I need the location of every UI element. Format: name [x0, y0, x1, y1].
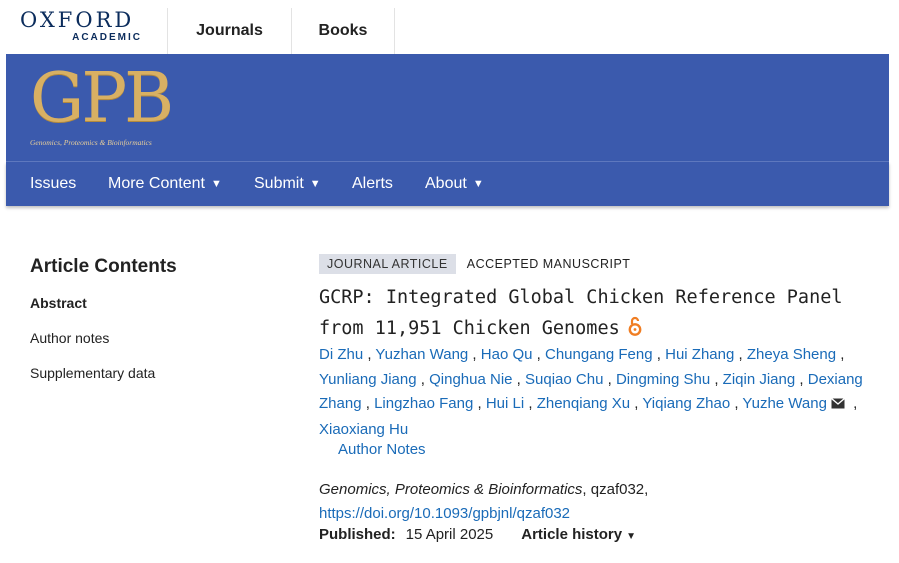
envelope-icon[interactable] [830, 393, 845, 418]
author-link[interactable]: Zheya Sheng [747, 346, 836, 363]
nav-more-content[interactable]: More Content ▼ [108, 162, 222, 206]
chevron-down-icon: ▼ [210, 178, 222, 190]
author-notes-link[interactable]: Author Notes [338, 441, 426, 458]
brand-name: OXFORD [20, 8, 135, 32]
author-link[interactable]: Zhenqiang Xu [537, 395, 630, 412]
nav-more-content-label: More Content [108, 175, 205, 192]
author-separator: , [363, 346, 376, 363]
sidebar-item-author-notes[interactable]: Author notes [30, 330, 109, 346]
nav-alerts-label: Alerts [352, 175, 393, 192]
nav-issues-label: Issues [30, 175, 77, 192]
nav-alerts[interactable]: Alerts [352, 162, 393, 206]
author-separator: , [630, 395, 643, 412]
citation: Genomics, Proteomics & Bioinformatics, q… [319, 478, 648, 526]
author-separator: , [532, 346, 545, 363]
author-separator: , [524, 395, 537, 412]
nav-submit-label: Submit [254, 175, 304, 192]
author-separator: , [473, 395, 486, 412]
article-title-text: GCRP: Integrated Global Chicken Referenc… [319, 287, 843, 339]
author-separator: , [836, 346, 845, 363]
author-separator: , [795, 370, 808, 388]
author-separator: , [848, 395, 858, 412]
chevron-down-icon: ▼ [309, 178, 321, 190]
logo-letters: GPB [30, 59, 174, 138]
author-link[interactable]: Hao Qu [481, 346, 533, 363]
gpb-journal-logo[interactable]: GPB Genomics, Proteomics & Bioinformatic… [30, 59, 200, 150]
logo-tagline: Genomics, Proteomics & Bioinformatics [30, 138, 152, 147]
author-link[interactable]: Dingming Shu [616, 371, 710, 388]
published-label: Published: [319, 526, 396, 543]
published-date: 15 April 2025 [405, 526, 494, 543]
nav-about-label: About [425, 175, 467, 192]
author-link[interactable]: Yuzhe Wang [742, 395, 827, 412]
author-link[interactable]: Hui Zhang [665, 346, 734, 363]
author-link[interactable]: Hui Li [486, 395, 524, 412]
nav-about[interactable]: About ▼ [425, 162, 484, 206]
author-link[interactable]: Ziqin Jiang [723, 371, 796, 388]
sidebar-item-supplementary-data[interactable]: Supplementary data [30, 365, 155, 381]
journal-banner: GPB Genomics, Proteomics & Bioinformatic… [6, 54, 889, 162]
author-link[interactable]: Di Zhu [319, 346, 363, 363]
author-separator: , [512, 370, 526, 388]
journal-name: Genomics, Proteomics & Bioinformatics [319, 481, 583, 498]
author-link[interactable]: Yiqiang Zhao [642, 395, 730, 412]
article-history-label: Article history [521, 526, 623, 543]
article-id: , qzaf032, [582, 481, 649, 498]
article-badges: JOURNAL ARTICLE ACCEPTED MANUSCRIPT [319, 254, 630, 274]
author-separator: , [710, 370, 723, 388]
nav-submit[interactable]: Submit ▼ [254, 162, 321, 206]
top-bar: OXFORD ACADEMIC Journals Books [0, 0, 899, 54]
author-link[interactable]: Yunliang Jiang [319, 371, 417, 388]
author-separator: , [361, 395, 375, 412]
author-list: Di Zhu , Yuzhan Wang , Hao Qu , Chungang… [319, 343, 899, 442]
author-link[interactable]: Chungang Feng [545, 346, 653, 363]
manuscript-status: ACCEPTED MANUSCRIPT [466, 257, 631, 271]
author-link[interactable]: Yuzhan Wang [375, 346, 468, 363]
author-link[interactable]: Qinghua Nie [429, 371, 512, 388]
chevron-down-icon: ▼ [472, 178, 484, 190]
author-separator: , [603, 370, 616, 388]
article-history-toggle[interactable]: Article history ▼ [521, 526, 636, 543]
publication-info: Published: 15 April 2025 Article history… [319, 526, 636, 543]
author-separator: , [652, 346, 666, 363]
author-separator: , [734, 346, 747, 363]
tab-books[interactable]: Books [291, 8, 395, 54]
article-type-badge: JOURNAL ARTICLE [319, 254, 456, 274]
author-link[interactable]: Lingzhao Fang [374, 395, 473, 412]
journal-nav: Issues More Content ▼ Submit ▼ Alerts Ab… [6, 162, 889, 206]
chevron-down-icon: ▼ [626, 531, 637, 542]
sidebar-item-abstract[interactable]: Abstract [30, 295, 87, 311]
nav-issues[interactable]: Issues [30, 162, 76, 206]
article-contents-heading: Article Contents [30, 256, 177, 277]
author-separator: , [730, 395, 743, 412]
brand-sub: ACADEMIC [72, 32, 142, 43]
author-separator: , [468, 346, 481, 363]
article-title: GCRP: Integrated Global Chicken Referenc… [319, 282, 894, 347]
author-link[interactable]: Suqiao Chu [525, 371, 603, 388]
author-link[interactable]: Xiaoxiang Hu [319, 421, 408, 438]
oxford-academic-logo[interactable]: OXFORD ACADEMIC [20, 8, 148, 48]
doi-link[interactable]: https://doi.org/10.1093/gpbjnl/qzaf032 [319, 502, 648, 526]
tab-journals[interactable]: Journals [167, 8, 291, 54]
author-separator: , [416, 370, 430, 388]
